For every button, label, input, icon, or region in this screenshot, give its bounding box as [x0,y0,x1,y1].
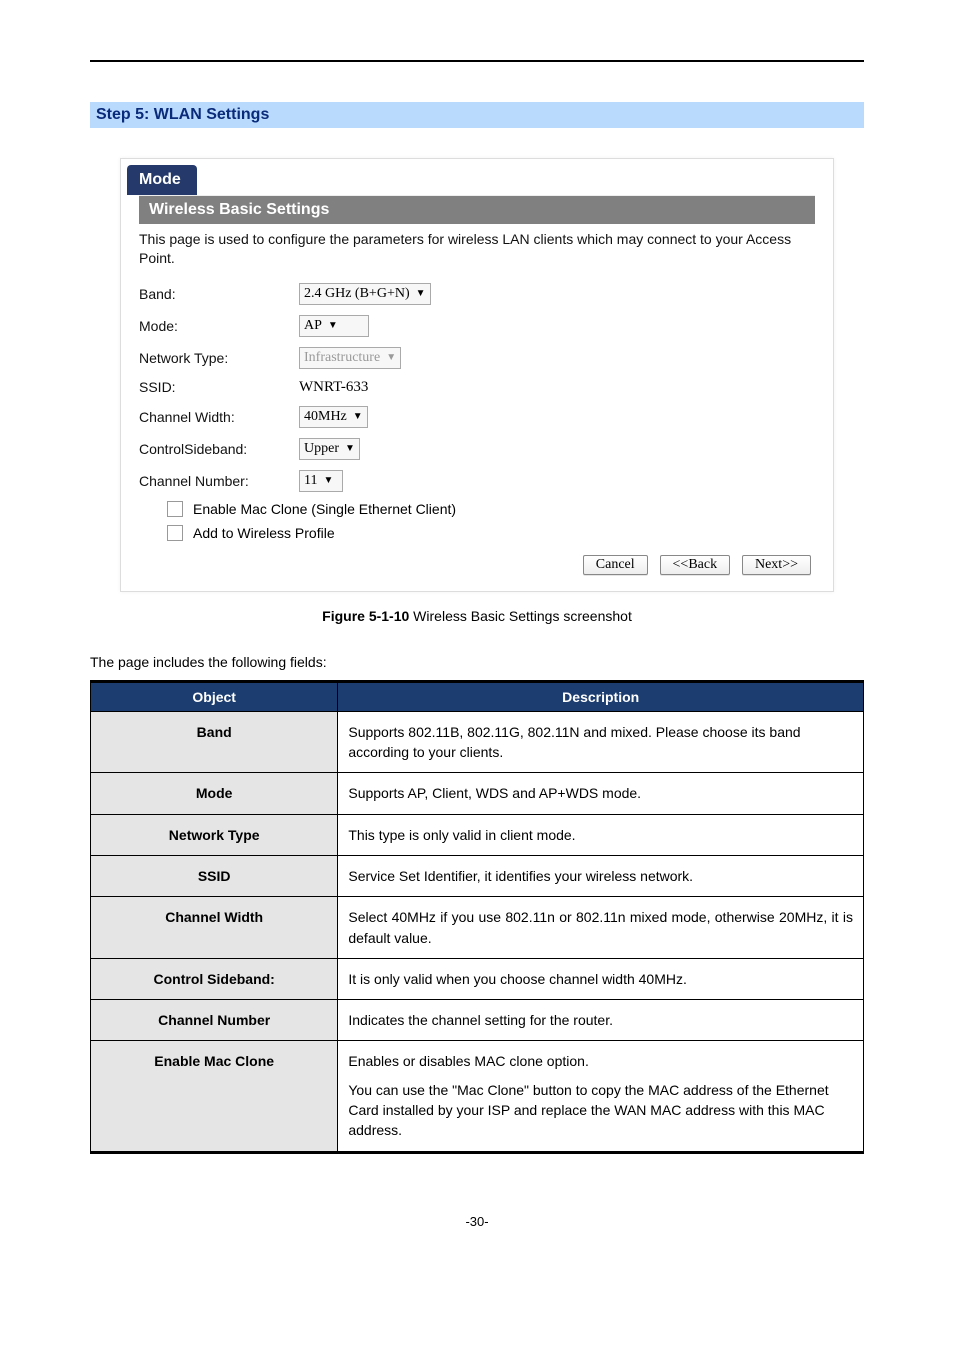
row-channel-number: Channel Number: 11 ▼ [139,465,815,497]
chevron-down-icon: ▼ [416,284,426,304]
object-cell: Control Sideband: [91,958,338,999]
table-row: ModeSupports AP, Client, WDS and AP+WDS … [91,773,864,814]
section-title: Wireless Basic Settings [139,196,815,224]
band-value: 2.4 GHz (B+G+N) [304,284,410,304]
channel-width-value: 40MHz [304,407,347,427]
control-sideband-select[interactable]: Upper ▼ [299,438,360,460]
mode-tab: Mode [127,165,197,195]
row-mac-clone: Enable Mac Clone (Single Ethernet Client… [139,497,815,521]
mac-clone-checkbox[interactable] [167,501,183,517]
description-cell: Select 40MHz if you use 802.11n or 802.1… [338,897,864,959]
row-network-type: Network Type: Infrastructure ▼ [139,342,815,374]
top-divider [90,60,864,62]
band-label: Band: [139,286,299,302]
figure-title: Wireless Basic Settings screenshot [409,608,632,624]
fields-table: Object Description BandSupports 802.11B,… [90,680,864,1154]
table-row: Network TypeThis type is only valid in c… [91,814,864,855]
mode-select[interactable]: AP ▼ [299,315,369,337]
object-cell: Band [91,711,338,773]
object-cell: Channel Width [91,897,338,959]
table-row: SSIDService Set Identifier, it identifie… [91,855,864,896]
section-description: This page is used to configure the param… [139,230,815,268]
network-type-select: Infrastructure ▼ [299,347,401,369]
row-channel-width: Channel Width: 40MHz ▼ [139,401,815,433]
wireless-profile-label: Add to Wireless Profile [193,525,335,541]
table-row: Enable Mac CloneEnables or disables MAC … [91,1041,864,1152]
description-cell: Indicates the channel setting for the ro… [338,1000,864,1041]
chevron-down-icon: ▼ [353,407,363,427]
description-cell: This type is only valid in client mode. [338,814,864,855]
object-cell: Enable Mac Clone [91,1041,338,1152]
row-band: Band: 2.4 GHz (B+G+N) ▼ [139,278,815,310]
table-row: BandSupports 802.11B, 802.11G, 802.11N a… [91,711,864,773]
ssid-label: SSID: [139,379,299,395]
channel-width-select[interactable]: 40MHz ▼ [299,406,368,428]
chevron-down-icon: ▼ [323,471,333,491]
table-row: Channel NumberIndicates the channel sett… [91,1000,864,1041]
description-cell: Supports AP, Client, WDS and AP+WDS mode… [338,773,864,814]
object-cell: Channel Number [91,1000,338,1041]
chevron-down-icon: ▼ [345,439,355,459]
row-ssid: SSID: WNRT-633 [139,374,815,401]
description-cell: Enables or disables MAC clone option.You… [338,1041,864,1152]
table-row: Control Sideband:It is only valid when y… [91,958,864,999]
page-number: -30- [90,1214,864,1229]
control-sideband-value: Upper [304,439,339,459]
table-intro: The page includes the following fields: [90,654,864,670]
band-select[interactable]: 2.4 GHz (B+G+N) ▼ [299,283,431,305]
step-banner: Step 5: WLAN Settings [90,102,864,128]
network-type-value: Infrastructure [304,348,380,368]
back-button[interactable]: <<Back [660,555,731,575]
description-cell: Service Set Identifier, it identifies yo… [338,855,864,896]
wlan-settings-screenshot: Mode Wireless Basic Settings This page i… [120,158,834,592]
control-sideband-label: ControlSideband: [139,441,299,457]
figure-caption: Figure 5-1-10 Wireless Basic Settings sc… [90,608,864,624]
row-wireless-profile: Add to Wireless Profile [139,521,815,545]
next-button[interactable]: Next>> [742,555,811,575]
figure-number: Figure 5-1-10 [322,608,409,624]
chevron-down-icon: ▼ [386,348,396,368]
th-description: Description [338,681,864,711]
mac-clone-label: Enable Mac Clone (Single Ethernet Client… [193,501,456,517]
channel-number-label: Channel Number: [139,473,299,489]
network-type-label: Network Type: [139,350,299,366]
object-cell: Network Type [91,814,338,855]
th-object: Object [91,681,338,711]
table-row: Channel WidthSelect 40MHz if you use 802… [91,897,864,959]
mode-value: AP [304,316,322,336]
mode-label: Mode: [139,318,299,334]
object-cell: SSID [91,855,338,896]
chevron-down-icon: ▼ [328,316,338,336]
cancel-button[interactable]: Cancel [583,555,648,575]
description-cell: Supports 802.11B, 802.11G, 802.11N and m… [338,711,864,773]
ssid-value: WNRT-633 [299,379,368,396]
channel-width-label: Channel Width: [139,409,299,425]
row-mode: Mode: AP ▼ [139,310,815,342]
description-cell: It is only valid when you choose channel… [338,958,864,999]
wireless-profile-checkbox[interactable] [167,525,183,541]
object-cell: Mode [91,773,338,814]
button-row: Cancel <<Back Next>> [139,545,815,575]
channel-number-select[interactable]: 11 ▼ [299,470,343,492]
channel-number-value: 11 [304,471,317,491]
row-control-sideband: ControlSideband: Upper ▼ [139,433,815,465]
